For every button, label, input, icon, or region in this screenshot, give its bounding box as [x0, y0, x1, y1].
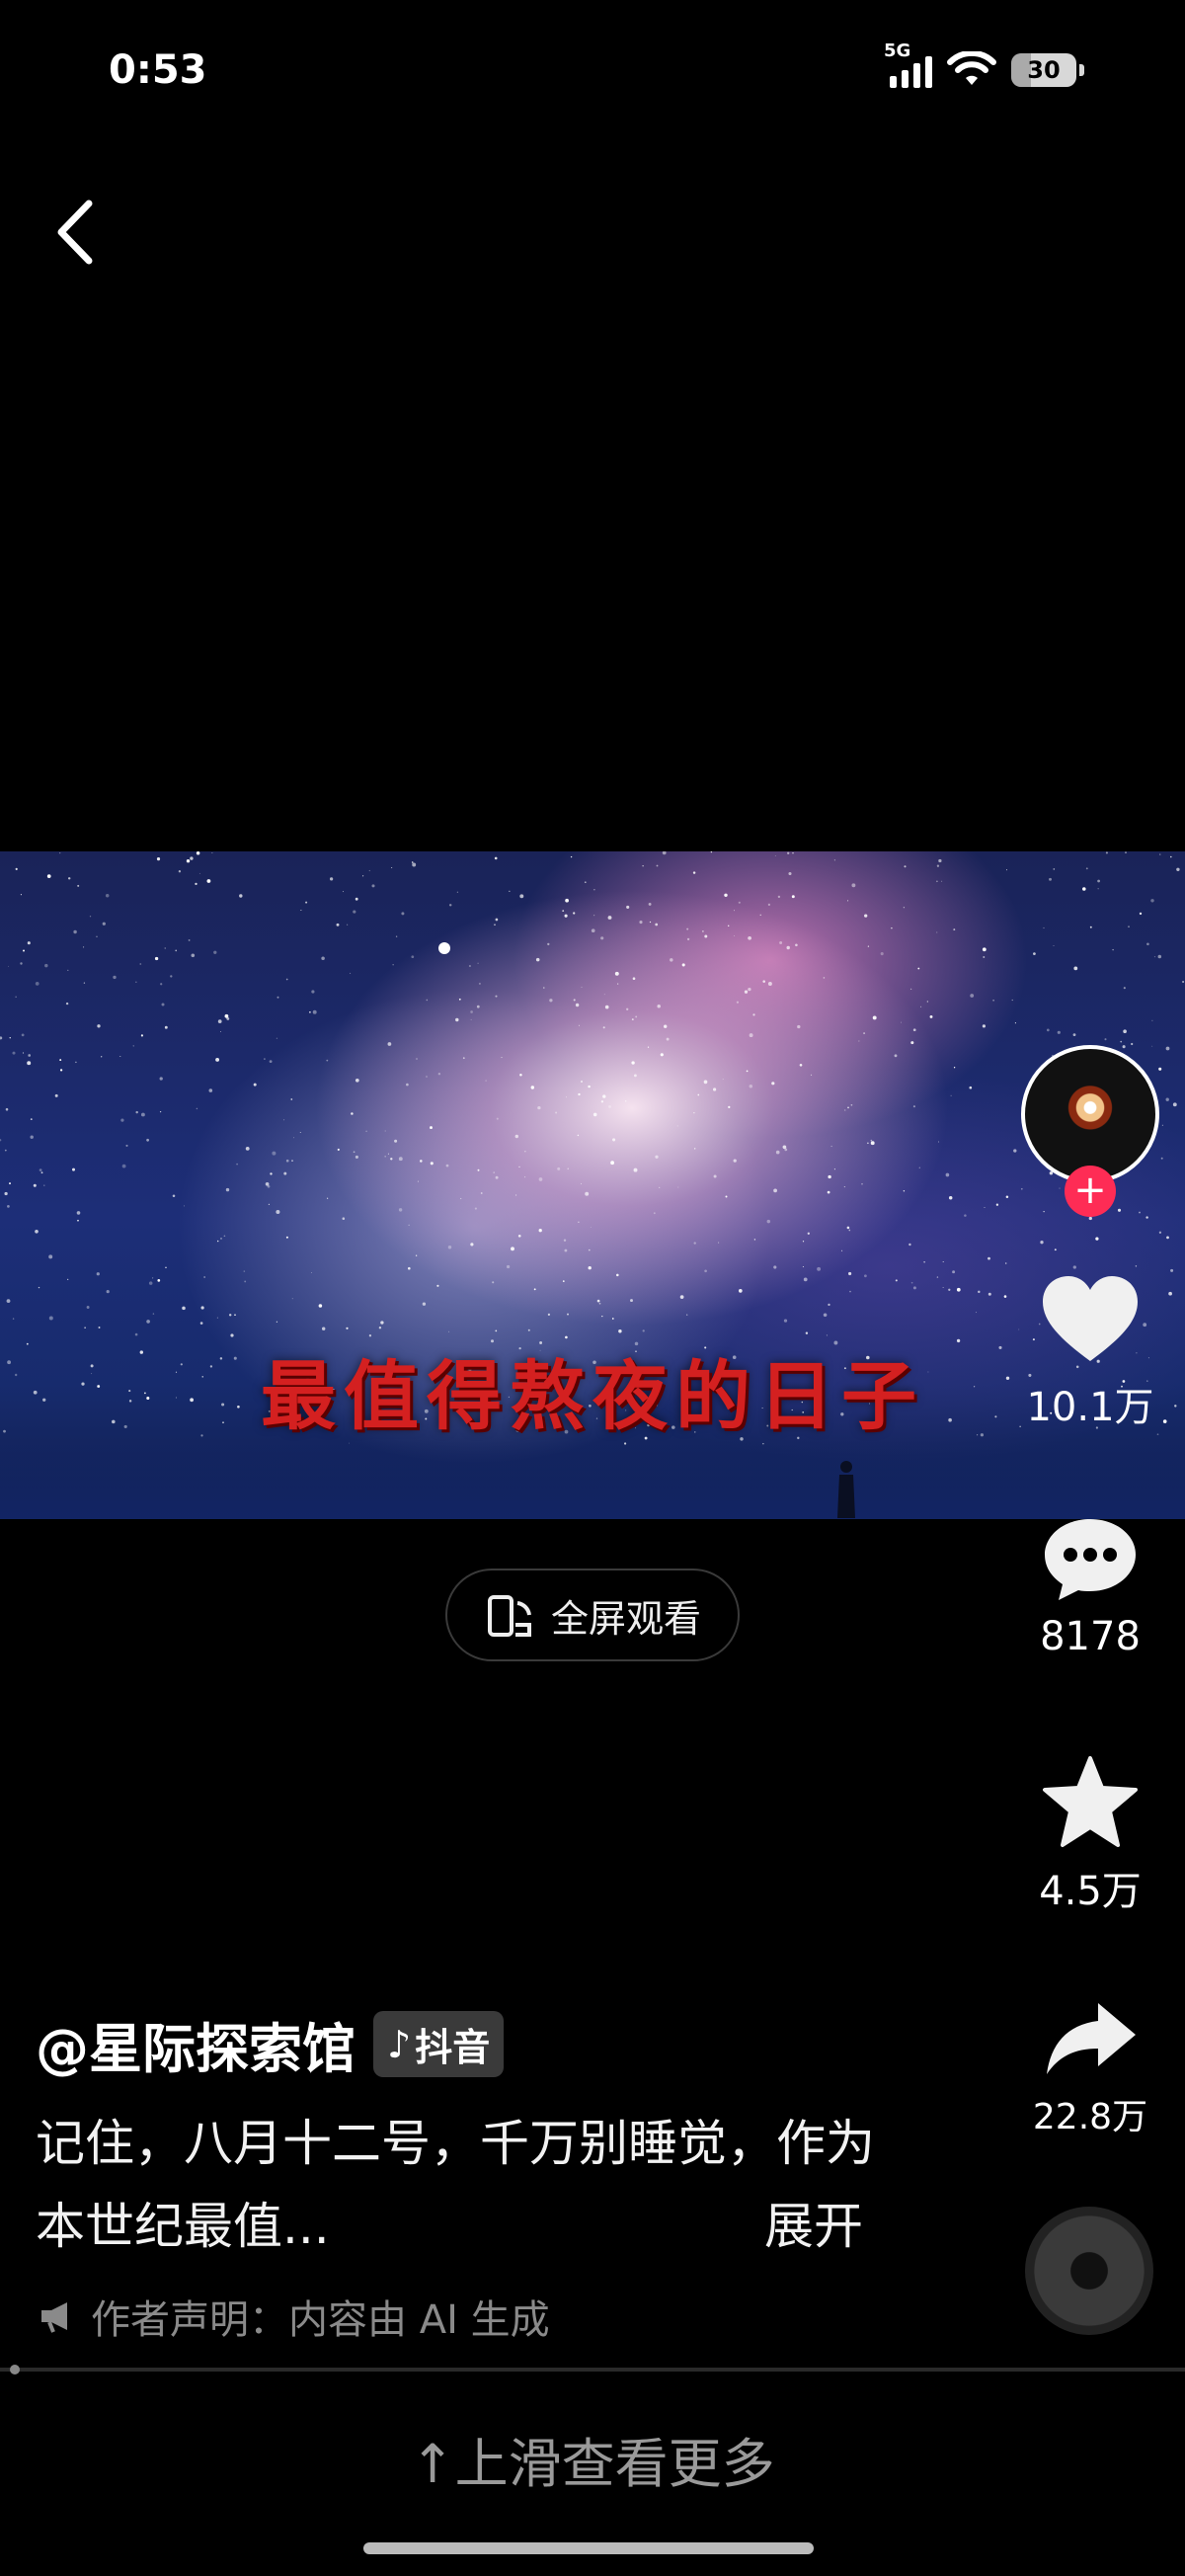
fullscreen-label: 全屏观看	[550, 1596, 701, 1641]
swipe-up-hint[interactable]: ↑上滑查看更多	[0, 2420, 1185, 2498]
like-count: 10.1万	[1026, 1385, 1154, 1430]
ai-declaration: 作者声明：内容由 AI 生成	[38, 2288, 550, 2345]
megaphone-icon	[41, 2302, 67, 2333]
heart-icon	[1043, 1276, 1138, 1361]
chevron-left-icon[interactable]	[51, 198, 101, 267]
comment-icon	[1045, 1519, 1136, 1600]
fullscreen-button[interactable]: 全屏观看	[445, 1569, 740, 1661]
like-button[interactable]: 10.1万	[1011, 1274, 1169, 1432]
favorite-count: 4.5万	[1039, 1869, 1142, 1914]
follow-plus-icon[interactable]: +	[1065, 1166, 1116, 1217]
platform-badge: ♪ 抖音	[373, 2011, 505, 2077]
expand-button[interactable]: 展开	[764, 2185, 863, 2268]
platform-badge-label: 抖音	[415, 2026, 491, 2069]
post-author[interactable]: @星际探索馆 ♪ 抖音	[36, 2005, 505, 2083]
battery-icon: 30	[1011, 53, 1084, 87]
comment-count: 8178	[1040, 1614, 1141, 1659]
cellular-signal-icon: 5G	[884, 40, 932, 88]
status-time: 0:53	[109, 47, 207, 93]
share-count: 22.8万	[1032, 2097, 1148, 2137]
video-progress-bar[interactable]	[0, 2365, 1185, 2375]
wifi-icon	[947, 51, 996, 85]
favorite-button[interactable]: 4.5万	[1011, 1754, 1169, 1916]
douyin-note-icon: ♪	[387, 2022, 412, 2066]
star-icon	[1043, 1756, 1138, 1847]
progress-knob[interactable]	[10, 2365, 20, 2375]
network-type: 5G	[884, 40, 911, 61]
horizon	[0, 1440, 1185, 1519]
status-icons: 5G 30	[884, 40, 1084, 89]
author-name[interactable]: @星际探索馆	[36, 2005, 356, 2083]
share-button[interactable]: 22.8万	[1011, 1999, 1169, 2139]
music-disc-icon[interactable]	[1025, 2207, 1153, 2335]
video-player[interactable]: 最值得熬夜的日子	[0, 851, 1185, 1519]
share-arrow-icon	[1047, 2003, 1136, 2074]
battery-level: 30	[1027, 56, 1061, 84]
comment-button[interactable]: 8178	[1011, 1515, 1169, 1659]
author-avatar[interactable]	[1021, 1045, 1159, 1183]
silhouette-figure	[837, 1461, 855, 1518]
ai-declaration-text: 作者声明：内容由 AI 生成	[91, 2297, 550, 2343]
video-caption: 最值得熬夜的日子	[261, 1352, 924, 1440]
rotate-phone-icon	[487, 1595, 531, 1637]
home-indicator[interactable]	[363, 2542, 814, 2554]
